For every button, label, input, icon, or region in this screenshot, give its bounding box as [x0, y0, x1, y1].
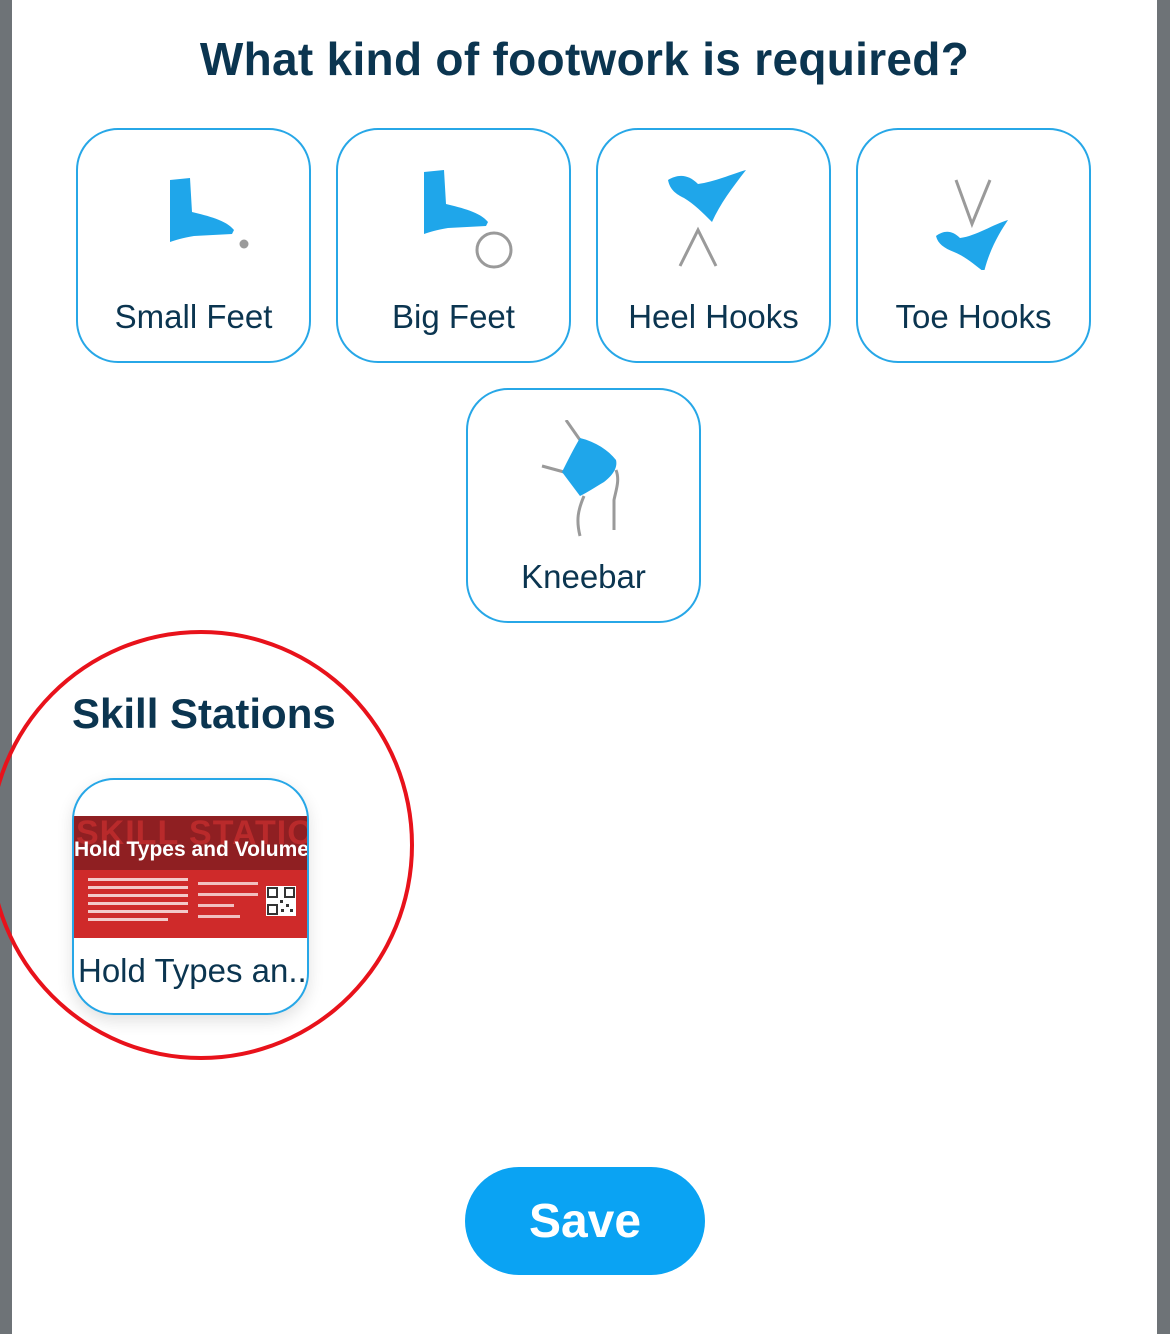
option-label: Big Feet	[392, 298, 515, 335]
qr-code-icon	[266, 886, 296, 916]
option-label: Toe Hooks	[895, 298, 1052, 335]
thumbnail-heading: Hold Types and Volumes	[74, 838, 307, 861]
skill-station-thumbnail: SKILL STATION Hold Types and Volumes	[74, 816, 307, 938]
big-feet-icon	[338, 160, 569, 310]
small-feet-icon	[78, 160, 309, 310]
option-big-feet[interactable]: Big Feet	[336, 128, 571, 363]
option-small-feet[interactable]: Small Feet	[76, 128, 311, 363]
section-title-skill-stations: Skill Stations	[72, 690, 336, 737]
footwork-modal: What kind of footwork is required? Small…	[12, 0, 1157, 1334]
thumbnail-bullets	[198, 882, 258, 926]
kneebar-icon	[468, 420, 699, 570]
thumbnail-text-block	[88, 878, 188, 926]
toe-hook-icon	[858, 160, 1089, 310]
skill-station-label: Hold Types an...	[78, 952, 307, 989]
option-heel-hooks[interactable]: Heel Hooks	[596, 128, 831, 363]
option-kneebar[interactable]: Kneebar	[466, 388, 701, 623]
option-label: Kneebar	[521, 558, 646, 595]
option-label: Small Feet	[114, 298, 273, 335]
option-label: Heel Hooks	[628, 298, 799, 335]
save-button[interactable]: Save	[465, 1167, 705, 1275]
skill-station-card[interactable]: SKILL STATION Hold Types and Volumes	[72, 778, 309, 1015]
page-title: What kind of footwork is required?	[199, 33, 970, 85]
option-toe-hooks[interactable]: Toe Hooks	[856, 128, 1091, 363]
heel-hook-icon	[598, 160, 829, 310]
